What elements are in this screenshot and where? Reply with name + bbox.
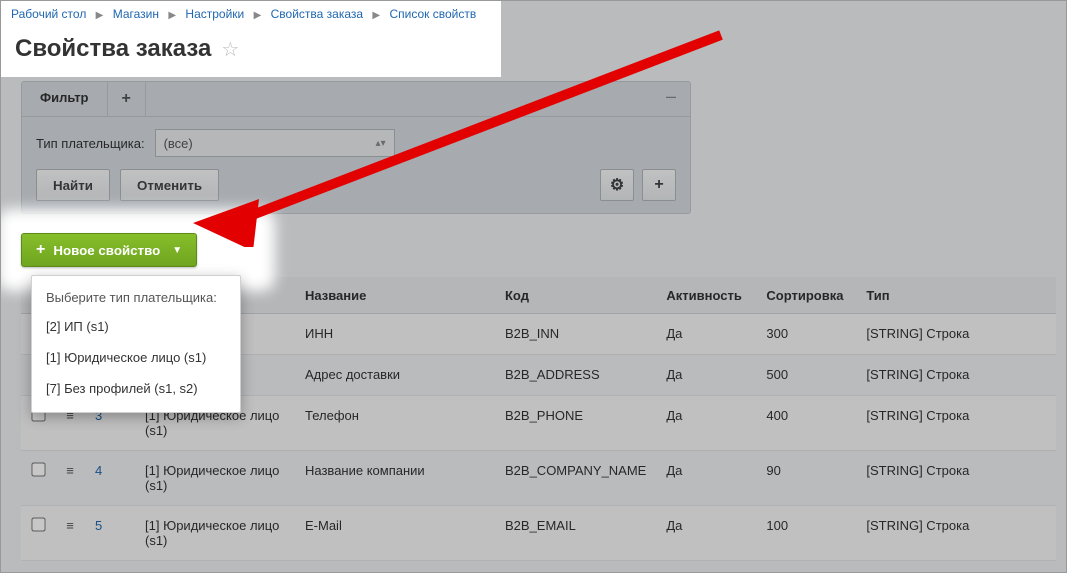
row-active: Да — [656, 355, 756, 396]
table-row: ≡ 5 [1] Юридическое лицо (s1)E-MailB2B_EMA… — [21, 506, 1056, 561]
row-code: B2B_ADDRESS — [495, 355, 656, 396]
plus-icon: + — [36, 241, 45, 259]
row-payer: [1] Юридическое лицо (s1) — [135, 506, 295, 561]
row-active: Да — [656, 506, 756, 561]
payer-type-label: Тип плательщика: — [36, 136, 145, 151]
cancel-button[interactable]: Отменить — [120, 169, 219, 201]
row-id-link[interactable]: 4 — [95, 463, 102, 478]
col-sort-header[interactable]: Сортировка — [756, 277, 856, 314]
updown-icon: ▴▾ — [376, 138, 386, 149]
viewport: Рабочий стол ▶ Магазин ▶ Настройки ▶ Сво… — [0, 0, 1067, 573]
row-code: B2B_PHONE — [495, 396, 656, 451]
col-code-header[interactable]: Код — [495, 277, 656, 314]
new-property-button[interactable]: + Новое свойство ▼ — [21, 233, 197, 267]
breadcrumb-link[interactable]: Рабочий стол — [11, 7, 86, 21]
chevron-right-icon: ▶ — [372, 10, 380, 21]
row-sort: 500 — [756, 355, 856, 396]
payer-type-value: (все) — [164, 136, 193, 151]
row-active: Да — [656, 314, 756, 355]
row-id-link[interactable]: 5 — [95, 518, 102, 533]
dropdown-header: Выберите тип плательщика: — [32, 284, 240, 311]
row-type: [STRING] Строка — [856, 396, 1056, 451]
row-checkbox[interactable] — [31, 462, 45, 476]
row-sort: 100 — [756, 506, 856, 561]
row-name: E-Mail — [295, 506, 495, 561]
chevron-right-icon: ▶ — [96, 10, 104, 21]
row-sort: 400 — [756, 396, 856, 451]
add-filter-button[interactable]: + — [642, 169, 676, 201]
row-name: Телефон — [295, 396, 495, 451]
row-name: Адрес доставки — [295, 355, 495, 396]
hamburger-icon[interactable]: ≡ — [66, 518, 74, 533]
row-type: [STRING] Строка — [856, 451, 1056, 506]
chevron-right-icon: ▶ — [168, 10, 176, 21]
hamburger-icon[interactable]: ≡ — [66, 463, 74, 478]
star-icon[interactable]: ☆ — [221, 37, 239, 62]
chevron-down-icon: ▼ — [172, 245, 182, 256]
dropdown-item[interactable]: [7] Без профилей (s1, s2) — [32, 373, 240, 404]
payer-type-select[interactable]: (все) ▴▾ — [155, 129, 395, 157]
breadcrumb-link[interactable]: Свойства заказа — [271, 7, 363, 21]
breadcrumb-link[interactable]: Настройки — [185, 7, 244, 21]
col-name-header[interactable]: Название — [295, 277, 495, 314]
row-sort: 300 — [756, 314, 856, 355]
add-filter-tab-button[interactable]: + — [108, 82, 146, 116]
payer-type-dropdown: Выберите тип плательщика: [2] ИП (s1) [1… — [31, 275, 241, 413]
row-type: [STRING] Строка — [856, 314, 1056, 355]
row-name: ИНН — [295, 314, 495, 355]
row-checkbox[interactable] — [31, 517, 45, 531]
new-property-label: Новое свойство — [53, 243, 160, 258]
row-code: B2B_COMPANY_NAME — [495, 451, 656, 506]
col-active-header[interactable]: Активность — [656, 277, 756, 314]
row-type: [STRING] Строка — [856, 506, 1056, 561]
find-button[interactable]: Найти — [36, 169, 110, 201]
breadcrumb: Рабочий стол ▶ Магазин ▶ Настройки ▶ Сво… — [1, 1, 501, 27]
page-title: Свойства заказа — [15, 35, 211, 63]
row-sort: 90 — [756, 451, 856, 506]
collapse-icon[interactable]: – — [652, 82, 690, 116]
row-code: B2B_INN — [495, 314, 656, 355]
gear-icon: ⚙ — [610, 175, 624, 195]
row-payer: [1] Юридическое лицо (s1) — [135, 451, 295, 506]
table-row: ≡ 4 [1] Юридическое лицо (s1)Название комп… — [21, 451, 1056, 506]
filter-body: Тип плательщика: (все) ▴▾ Найти Отменить… — [22, 117, 690, 213]
plus-icon: + — [654, 176, 663, 194]
dropdown-item[interactable]: [2] ИП (s1) — [32, 311, 240, 342]
breadcrumb-link[interactable]: Список свойств — [389, 7, 476, 21]
row-type: [STRING] Строка — [856, 355, 1056, 396]
dropdown-item[interactable]: [1] Юридическое лицо (s1) — [32, 342, 240, 373]
page-title-wrap: Свойства заказа ☆ — [1, 27, 501, 77]
row-code: B2B_EMAIL — [495, 506, 656, 561]
row-active: Да — [656, 396, 756, 451]
filter-tabs: Фильтр + – — [22, 82, 690, 117]
filter-tab[interactable]: Фильтр — [22, 82, 108, 116]
row-name: Название компании — [295, 451, 495, 506]
row-active: Да — [656, 451, 756, 506]
chevron-right-icon: ▶ — [254, 10, 262, 21]
filter-panel: Фильтр + – Тип плательщика: (все) ▴▾ Най… — [21, 81, 691, 214]
col-type-header[interactable]: Тип — [856, 277, 1056, 314]
breadcrumb-link[interactable]: Магазин — [113, 7, 159, 21]
new-button-wrap: + Новое свойство ▼ — [21, 233, 197, 267]
settings-button[interactable]: ⚙ — [600, 169, 634, 201]
